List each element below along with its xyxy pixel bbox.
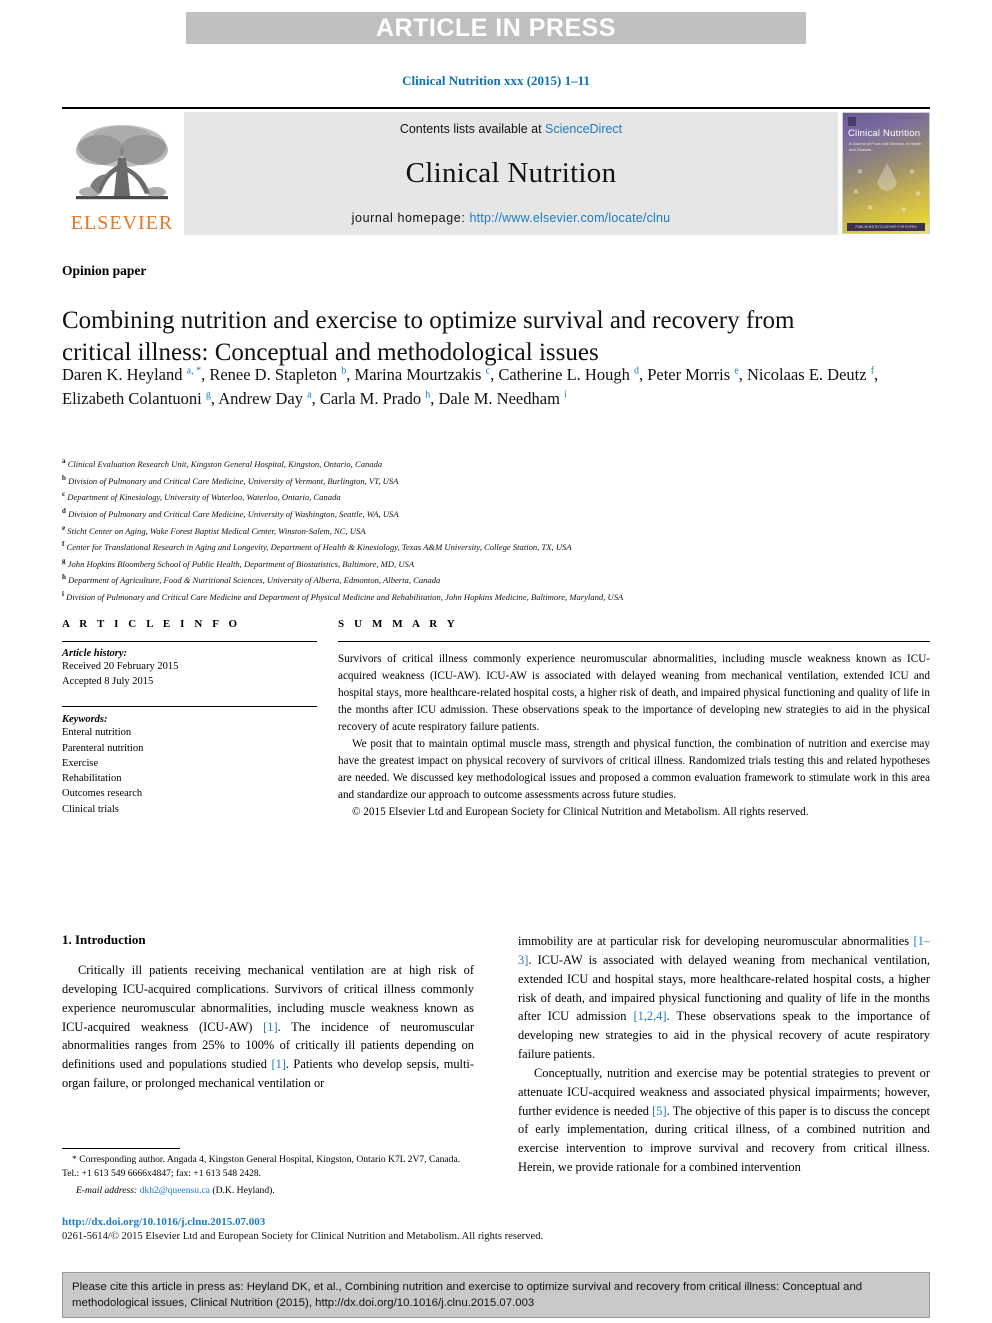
author-list: Daren K. Heyland a, *, Renee D. Stapleto… [62,365,879,408]
affiliation-marker: f [62,540,65,549]
keyword-item: Parenteral nutrition [62,742,144,754]
elsevier-wordmark: ELSEVIER [70,212,174,234]
affiliation-marker: c [62,490,66,499]
homepage-url-link[interactable]: http://www.elsevier.com/locate/clnu [469,211,670,225]
affiliation-item: e Sticht Center on Aging, Wake Forest Ba… [62,522,922,539]
star-icon: ✱ [857,168,863,176]
cite-text: Please cite this article in press as: He… [72,1281,863,1310]
article-type-label: Opinion paper [62,263,147,278]
affiliation-item: d Division of Pulmonary and Critical Car… [62,505,922,522]
affiliation-item: b Division of Pulmonary and Critical Car… [62,472,922,489]
keyword-item: Exercise [62,757,99,769]
copyright-line: 0261-5614/© 2015 Elsevier Ltd and Europe… [62,1231,544,1242]
cover-footer-text: PUBLISHED BY ELSEVIER FOR ESPEN [847,223,925,231]
corresponding-author-footnote: * Corresponding author. Angada 4, Kingst… [62,1148,474,1198]
keywords-label: Keywords: [62,714,108,726]
summary-paragraph: Survivors of critical illness commonly e… [338,653,930,734]
star-icon: ✱ [901,206,907,214]
page-title: Combining nutrition and exercise to opti… [62,306,795,366]
affiliation-text: Division of Pulmonary and Critical Care … [68,508,399,519]
elsevier-logo: ELSEVIER [62,112,182,235]
intro-paragraph: immobility are at particular risk for de… [518,934,930,1062]
masthead-center-panel: Contents lists available at ScienceDirec… [184,112,838,235]
journal-reference-line: Clinical Nutrition xxx (2015) 1–11 [402,73,590,88]
journal-cover-thumbnail: ISSN 0261-5614 Clinical Nutrition A Jour… [842,112,930,234]
affiliation-marker: d [62,506,66,515]
cover-subtitle: A Journal of Food and Dietetics in Healt… [849,141,922,152]
divider [62,641,317,642]
affiliation-marker: i [62,590,64,599]
keyword-item: Outcomes research [62,788,143,800]
contents-prefix-label: Contents lists available at [399,122,546,136]
star-icon: ✱ [867,204,873,212]
affiliation-text: Clinical Evaluation Research Unit, Kings… [67,458,383,469]
affiliation-text: Division of Pulmonary and Critical Care … [68,475,399,486]
corresponding-author-text: * Corresponding author. Angada 4, Kingst… [62,1154,461,1180]
affiliation-marker: e [62,523,66,532]
footnote-divider [62,1148,180,1149]
journal-title: Clinical Nutrition [405,157,617,189]
email-line: E-mail address: dkh2@queensu.ca (D.K. He… [62,1184,474,1198]
affiliation-item: h Department of Agriculture, Food & Nutr… [62,571,922,588]
affiliation-marker: b [62,473,66,482]
summary-body: Survivors of critical illness commonly e… [338,651,930,821]
affiliation-text: Department of Agriculture, Food & Nutrit… [68,575,441,586]
sciencedirect-link[interactable]: ScienceDirect [545,122,622,136]
keyword-item: Clinical trials [62,803,119,815]
cover-issn-code: ISSN 0261-5614 [895,116,925,120]
summary-heading: S U M M A R Y [338,618,459,630]
cite-this-article-box: Please cite this article in press as: He… [62,1272,930,1318]
summary-block: S U M M A R Y Survivors of critical illn… [338,618,930,821]
email-label: E-mail address: [76,1184,138,1196]
keyword-item: Enteral nutrition [62,727,132,739]
journal-masthead: ELSEVIER Contents lists available at Sci… [62,107,930,235]
keywords-block: Keywords: Enteral nutrition Parenteral n… [62,706,317,816]
body-column-left: 1. Introduction Critically ill patients … [62,932,474,1093]
affiliation-text: Department of Kinesiology, University of… [67,492,341,503]
article-info-block: A R T I C L E I N F O Article history: R… [62,618,317,817]
divider [338,641,930,642]
email-link[interactable]: dkh2@queensu.ca [140,1185,210,1196]
affiliation-marker: g [62,556,66,565]
cover-publisher-icon [848,117,856,126]
affiliation-item: a Clinical Evaluation Research Unit, Kin… [62,455,922,472]
affiliation-text: Center for Translational Research in Agi… [66,542,572,553]
affiliation-text: John Hopkins Bloomberg School of Public … [67,558,415,569]
affiliation-item: i Division of Pulmonary and Critical Car… [62,588,922,605]
star-icon: ✱ [915,190,921,198]
affiliation-item: c Department of Kinesiology, University … [62,488,922,505]
affiliation-list: a Clinical Evaluation Research Unit, Kin… [62,455,922,605]
summary-paragraph: We posit that to maintain optimal muscle… [338,738,930,802]
accepted-date: Accepted 8 July 2015 [62,676,154,688]
received-date: Received 20 February 2015 [62,661,179,672]
intro-paragraph: Critically ill patients receiving mechan… [62,963,474,1091]
affiliation-marker: h [62,573,66,582]
keyword-item: Rehabilitation [62,773,122,785]
summary-copyright: © 2015 Elsevier Ltd and European Society… [352,806,809,819]
affiliation-item: g John Hopkins Bloomberg School of Publi… [62,555,922,572]
introduction-heading: 1. Introduction [62,932,146,947]
cover-title: Clinical Nutrition [848,128,921,139]
star-icon: ✱ [909,168,915,176]
water-droplet-icon [877,163,897,191]
article-history-label: Article history: [62,648,128,659]
affiliation-text: Division of Pulmonary and Critical Care … [66,591,624,602]
star-icon: ✱ [853,188,859,196]
elsevier-tree-icon [70,120,174,212]
affiliation-item: f Center for Translational Research in A… [62,538,922,555]
homepage-label: journal homepage: [351,211,470,225]
affiliation-marker: a [62,457,66,465]
email-owner: (D.K. Heyland). [212,1184,275,1196]
contents-list-line: Contents lists available at ScienceDirec… [400,122,622,136]
doi-link[interactable]: http://dx.doi.org/10.1016/j.clnu.2015.07… [62,1216,265,1228]
article-info-heading: A R T I C L E I N F O [62,618,241,630]
body-column-right: immobility are at particular risk for de… [518,932,930,1177]
journal-homepage-line: journal homepage: http://www.elsevier.co… [352,211,671,225]
affiliation-text: Sticht Center on Aging, Wake Forest Bapt… [67,525,366,536]
article-in-press-banner: ARTICLE IN PRESS [186,12,806,44]
intro-paragraph: Conceptually, nutrition and exercise may… [518,1065,930,1175]
article-in-press-label: ARTICLE IN PRESS [376,13,616,42]
